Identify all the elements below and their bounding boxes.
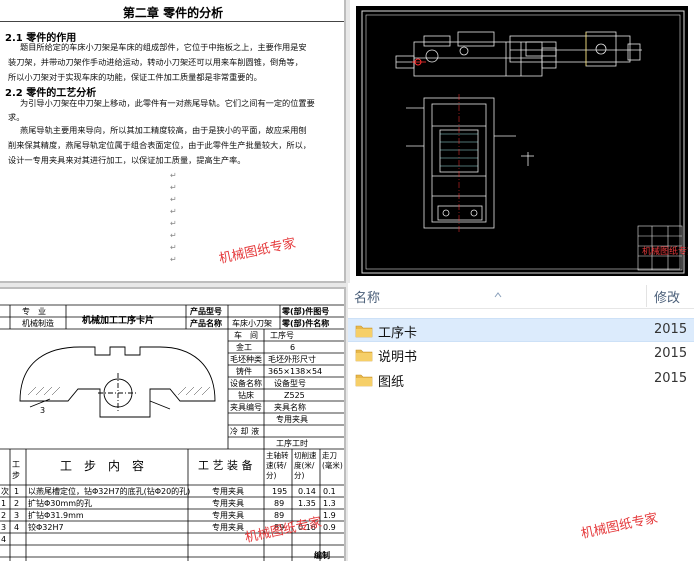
product-name-value: 车床小刀架 (232, 319, 272, 328)
file-date: 2015 (654, 322, 688, 337)
row-no: 1 (14, 487, 20, 496)
info-value: 工序工时 (276, 439, 308, 448)
row-mark: 1 (1, 499, 7, 508)
card-title: 机械加工工序卡片 (82, 316, 155, 326)
column-header-row: 名称 修改 (348, 283, 694, 309)
row-no: 3 (14, 511, 20, 520)
row-no: 4 (14, 523, 20, 532)
modified-column-header[interactable]: 修改 (654, 287, 680, 306)
info-value: 毛坯外形尺寸 (268, 355, 316, 364)
info-value: 6 (290, 343, 296, 352)
paragraph-line: 所以小刀架对于实现车床的功能，保证工件加工质量都是非常重要的。 (8, 72, 262, 82)
name-column-header[interactable]: 名称 (354, 287, 380, 306)
header-major-label: 专 业 (22, 307, 46, 316)
file-name: 图纸 (378, 375, 405, 390)
row-feed: 1.9 (323, 511, 336, 520)
info-label: 金工 (236, 343, 252, 352)
info-label: 冷 却 液 (230, 427, 260, 436)
info-label: 毛坯种类 (230, 355, 262, 364)
row-content: 以燕尾槽定位，钻Φ32H7的底孔(钻Φ20的孔) (28, 487, 191, 496)
row-cutspeed: 0.14 (298, 487, 316, 496)
paragraph-line: 题目所给定的车床小刀架是车床的组成部件，它位于中拖板之上，主要作用是安 (20, 42, 307, 52)
paragraph-line: 燕尾导轨主要用来导向，所以其加工精度较高，由于是狭小的平面，故应采用刨 (20, 125, 307, 135)
product-name-label: 产品名称 (190, 319, 222, 328)
paragraph-marks: ↵ ↵ ↵ ↵ ↵ ↵ ↵ ↵ (170, 171, 177, 264)
info-value: 专用夹具 (276, 415, 308, 424)
sort-chevron-icon (494, 283, 502, 298)
row-content: 扩钻Φ31.9mm (28, 511, 84, 520)
col-equipment-header: 工 艺 装 备 (198, 459, 253, 472)
info-value: 365×138×54 (268, 367, 323, 376)
row-speed: 195 (272, 487, 288, 496)
file-name: 工序卡 (378, 326, 418, 341)
row-content: 扩钻Φ30mm的孔 (28, 499, 93, 508)
process-card-panel: 专 业 机械制造 机械加工工序卡片 产品型号 产品名称 车床小刀架 零(部)件图… (0, 287, 346, 561)
info-label: 铸件 (236, 367, 252, 376)
cad-stamp: 机械图纸专家 (642, 245, 688, 257)
row-mark: 3 (1, 523, 7, 532)
cad-drawing-svg: 机械图纸专家 (361, 10, 694, 274)
paragraph-line: 装刀架，并带动刀架作手动进给运动，转动小刀架还可以用来车削圆锥，倒角等， (8, 57, 303, 67)
row-equipment: 专用夹具 (212, 499, 244, 508)
row-cutspeed: 1.35 (298, 499, 316, 508)
col-cutspeed-header: 切削速度(米/分) (294, 451, 317, 480)
col-feed-header: 走刀(毫米) (322, 451, 343, 470)
paragraph-line: 削来保其精度，燕尾导轨定位属于组合表面定位，由于此零件生产批量较大，所以， (8, 140, 311, 150)
row-equipment: 专用夹具 (212, 523, 244, 532)
row-mark: 次 (1, 487, 9, 496)
list-item-gongxuka[interactable]: 工序卡 2015 (348, 318, 694, 342)
row-feed: 0.1 (323, 487, 336, 496)
info-value: 夹具名称 (274, 403, 306, 412)
footer-prepared-label: 编制 (314, 551, 330, 560)
list-item-shuomingshu[interactable]: 说明书 2015 (348, 343, 694, 367)
row-equipment: 专用夹具 (212, 487, 244, 496)
info-value: 设备型号 (274, 379, 306, 388)
col-step-header: 工步 (12, 460, 20, 480)
watermark-text: 机械图纸专家 (579, 511, 660, 542)
info-label: 夹具编号 (230, 403, 262, 412)
row-feed: 0.9 (323, 523, 336, 532)
column-divider[interactable] (646, 285, 647, 307)
row-mark: 2 (1, 511, 7, 520)
header-major-value: 机械制造 (22, 319, 54, 328)
info-label: 车 间 (234, 331, 258, 340)
cad-drawing: 机械图纸专家 (356, 6, 694, 276)
info-value: 工序号 (270, 331, 294, 340)
paragraph-line: 设计一专用夹具来对其进行加工，以保证加工质量，提高生产率。 (8, 155, 246, 165)
file-date: 2015 (654, 371, 688, 386)
paragraph-line: 为引导小刀架在中刀架上移动，此零件有一对燕尾导轨。它们之间有一定的位置要 (20, 98, 315, 108)
file-explorer-panel: 名称 修改 工序卡 2015 说明书 2015 图纸 2015 机械图纸专家 (348, 283, 694, 561)
row-content: 铰Φ32H7 (28, 523, 64, 532)
col-content-header: 工 步 内 容 (60, 459, 145, 473)
dimension-label: 3 (40, 406, 46, 415)
row-mark: 4 (1, 535, 7, 544)
info-label: 设备名称 (230, 379, 262, 388)
document-panel: 第二章 零件的分析 2.1 零件的作用 题目所给定的车床小刀架是车床的组成部件，… (0, 0, 346, 283)
watermark-text: 机械图纸专家 (217, 236, 298, 267)
col-speed-header: 主轴转速(转/分) (266, 451, 289, 480)
cad-panel: 机械图纸专家 (350, 0, 694, 283)
title-rule (0, 21, 344, 22)
row-feed: 1.3 (323, 499, 336, 508)
info-label: 钻床 (238, 391, 254, 400)
part-name-label: 零(部)件名称 (282, 319, 330, 328)
file-date: 2015 (654, 346, 688, 361)
list-item-tuzhi[interactable]: 图纸 2015 (348, 368, 694, 392)
folder-icon (355, 349, 373, 362)
row-equipment: 专用夹具 (212, 511, 244, 520)
info-value: Z525 (284, 391, 305, 400)
row-speed: 89 (274, 499, 285, 508)
file-name: 说明书 (378, 350, 418, 365)
chapter-title: 第二章 零件的分析 (122, 6, 224, 20)
folder-icon (355, 374, 373, 387)
row-no: 2 (14, 499, 20, 508)
part-number-label: 零(部)件图号 (282, 307, 330, 316)
product-model-label: 产品型号 (190, 307, 222, 316)
folder-icon (355, 325, 373, 338)
